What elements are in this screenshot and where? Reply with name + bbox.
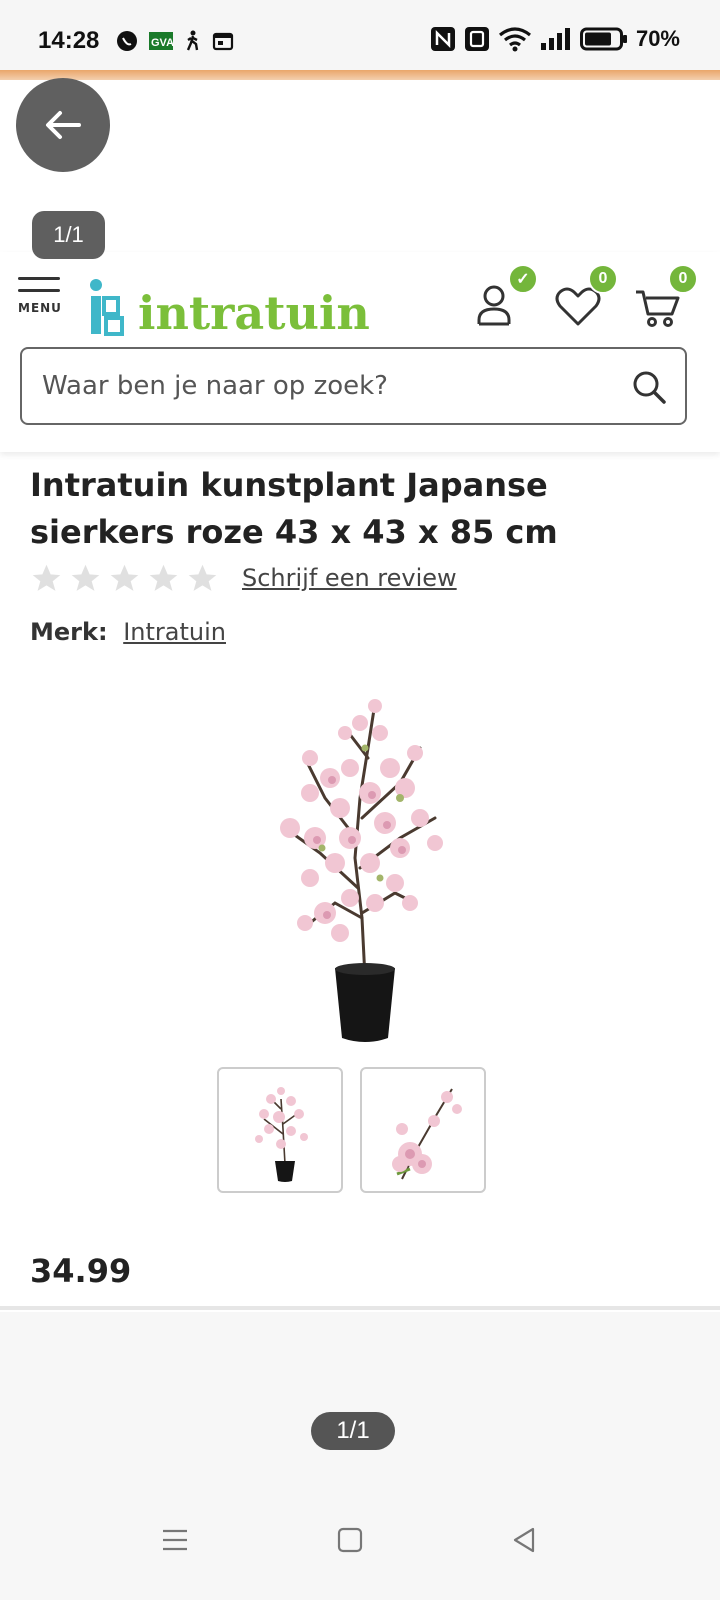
menu-label: MENU (18, 301, 62, 315)
square-icon (337, 1527, 363, 1553)
battery-percent: 70% (635, 26, 680, 51)
site-header: MENU intratuin ✓ 0 0 Waar ben je naar op… (0, 252, 720, 452)
product-thumbnail[interactable] (360, 1067, 486, 1193)
wifi-icon (498, 27, 531, 52)
status-right-icons: 70% (430, 26, 680, 52)
star-icon (71, 564, 100, 591)
product-title: Intratuin kunstplant Japanse sierkers ro… (30, 466, 558, 551)
search-icon[interactable] (631, 369, 667, 405)
nfc-alt-icon (464, 27, 489, 51)
triangle-back-icon (513, 1527, 535, 1553)
status-left-icons: GVA (116, 30, 234, 52)
page-load-bar (0, 70, 720, 80)
image-counter-bottom: 1/1 (311, 1412, 395, 1450)
wishlist-count-badge: 0 (588, 264, 618, 294)
system-navigation-bar (0, 1490, 720, 1600)
product-page: MENU intratuin ✓ 0 0 Waar ben je naar op… (0, 252, 720, 1312)
image-counter-top: 1/1 (32, 211, 105, 259)
gva-icon: GVA (149, 32, 174, 50)
signal-icon (540, 28, 570, 50)
battery-icon (579, 27, 627, 51)
back-nav-button[interactable] (494, 1510, 554, 1570)
svg-text:GVA: GVA (151, 37, 174, 49)
thumbnail-blossom-closeup (392, 1088, 462, 1180)
star-icon (110, 564, 139, 591)
recent-apps-button[interactable] (145, 1510, 205, 1570)
product-price: 34.99 (30, 1252, 132, 1290)
site-logo[interactable]: intratuin (88, 266, 370, 336)
rating-stars (30, 562, 219, 595)
whatsapp-icon (117, 31, 137, 51)
menu-button[interactable]: MENU (18, 277, 68, 315)
logo-mark-icon (90, 279, 124, 336)
brand-row: Merk: Intratuin (30, 618, 226, 646)
hamburger-bar (18, 289, 60, 292)
brand-link[interactable]: Intratuin (123, 618, 226, 646)
header-actions: ✓ 0 0 (474, 264, 698, 330)
write-review-link[interactable]: Schrijf een review (242, 564, 457, 592)
account-status-badge: ✓ (508, 264, 538, 294)
star-icon (32, 564, 61, 591)
cart-button[interactable]: 0 (634, 264, 698, 330)
thumbnail-plant-image (255, 1087, 308, 1182)
home-button[interactable] (320, 1510, 380, 1570)
back-button[interactable] (16, 78, 110, 172)
product-thumbnail[interactable] (217, 1067, 343, 1193)
arrow-left-icon (46, 111, 81, 139)
nfc-icon (430, 27, 455, 51)
star-icon (188, 564, 217, 591)
search-bar[interactable]: Waar ben je naar op zoek? (20, 347, 687, 425)
menu-lines-icon (163, 1529, 187, 1551)
account-button[interactable]: ✓ (474, 264, 538, 330)
hamburger-icon (18, 277, 60, 280)
status-time: 14:28 (38, 27, 100, 54)
image-viewer-header (0, 80, 720, 255)
walk-icon (186, 30, 199, 51)
cart-count-badge: 0 (668, 264, 698, 294)
star-icon (149, 564, 178, 591)
section-divider (0, 1306, 720, 1310)
product-main-image[interactable] (250, 688, 460, 1048)
brand-label: Merk: (30, 618, 108, 646)
status-bar: 14:28 GVA 70% (0, 0, 720, 74)
search-input[interactable]: Waar ben je naar op zoek? (42, 371, 388, 401)
wishlist-button[interactable]: 0 (554, 264, 618, 330)
calendar-icon (212, 32, 234, 51)
logo-text: intratuin (138, 286, 370, 340)
